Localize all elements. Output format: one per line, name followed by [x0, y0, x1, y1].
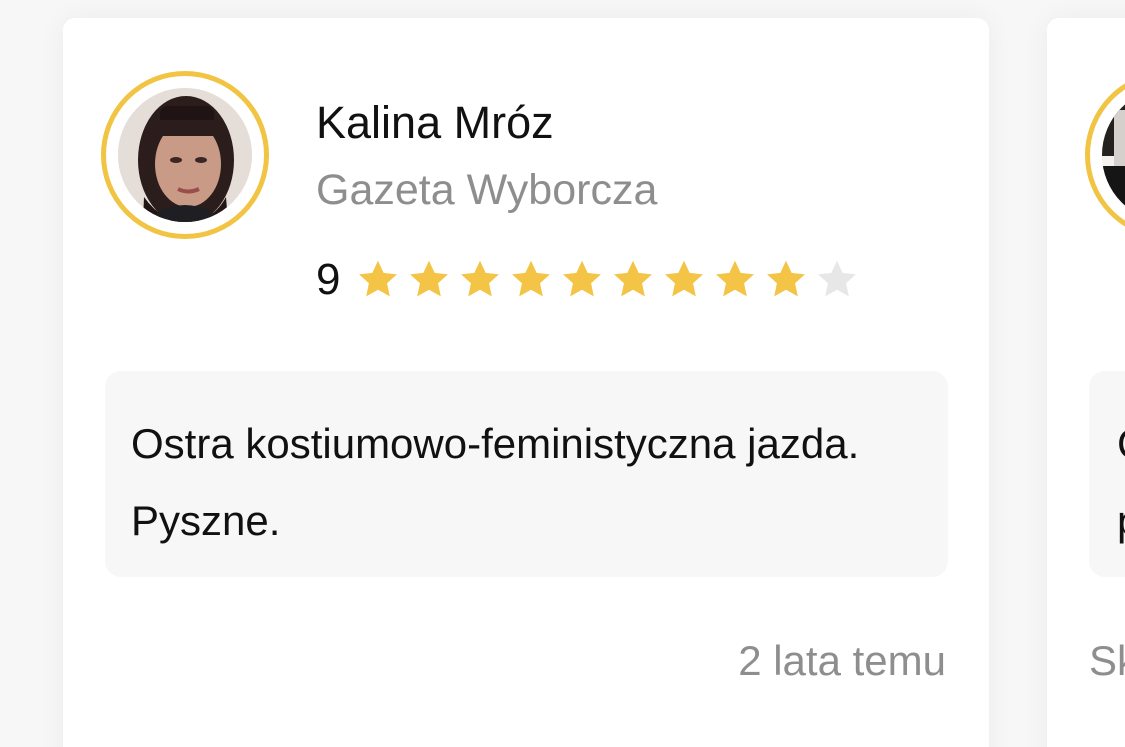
rating-value: 9 [316, 255, 341, 304]
rating: 9 [316, 253, 864, 307]
reviewer-avatar-next [1102, 88, 1125, 222]
review-time: 2 lata temu [738, 637, 946, 684]
star-filled-icon [716, 260, 755, 297]
reviewer-avatar [118, 88, 252, 222]
star-filled-icon [767, 260, 806, 297]
review-text-box-next: C p [1089, 371, 1125, 577]
avatar-ring-next [1085, 71, 1125, 239]
publication-name: Gazeta Wyborcza [316, 166, 658, 214]
reviews-carousel[interactable]: Kalina Mróz Gazeta Wyborcza 9 Ostra kost… [0, 0, 1125, 747]
review-time-next: Sk [1089, 637, 1125, 684]
star-filled-icon [665, 260, 704, 297]
reviewer-name: Kalina Mróz [316, 97, 554, 148]
review-card-next[interactable]: C p Sk [1047, 18, 1125, 747]
star-rating [354, 256, 864, 304]
star-filled-icon [512, 260, 551, 297]
star-filled-icon [614, 260, 653, 297]
review-text: Ostra kostiumowo-feministyczna jazda. Py… [131, 420, 860, 544]
review-card[interactable]: Kalina Mróz Gazeta Wyborcza 9 Ostra kost… [63, 18, 989, 747]
review-text-next: C p [1117, 405, 1125, 559]
avatar-ring [101, 71, 269, 239]
review-text-box: Ostra kostiumowo-feministyczna jazda. Py… [105, 371, 948, 577]
star-filled-icon [461, 260, 500, 297]
star-filled-icon [359, 260, 398, 297]
star-filled-icon [410, 260, 449, 297]
star-filled-icon [563, 260, 602, 297]
star-empty-icon [818, 260, 857, 297]
